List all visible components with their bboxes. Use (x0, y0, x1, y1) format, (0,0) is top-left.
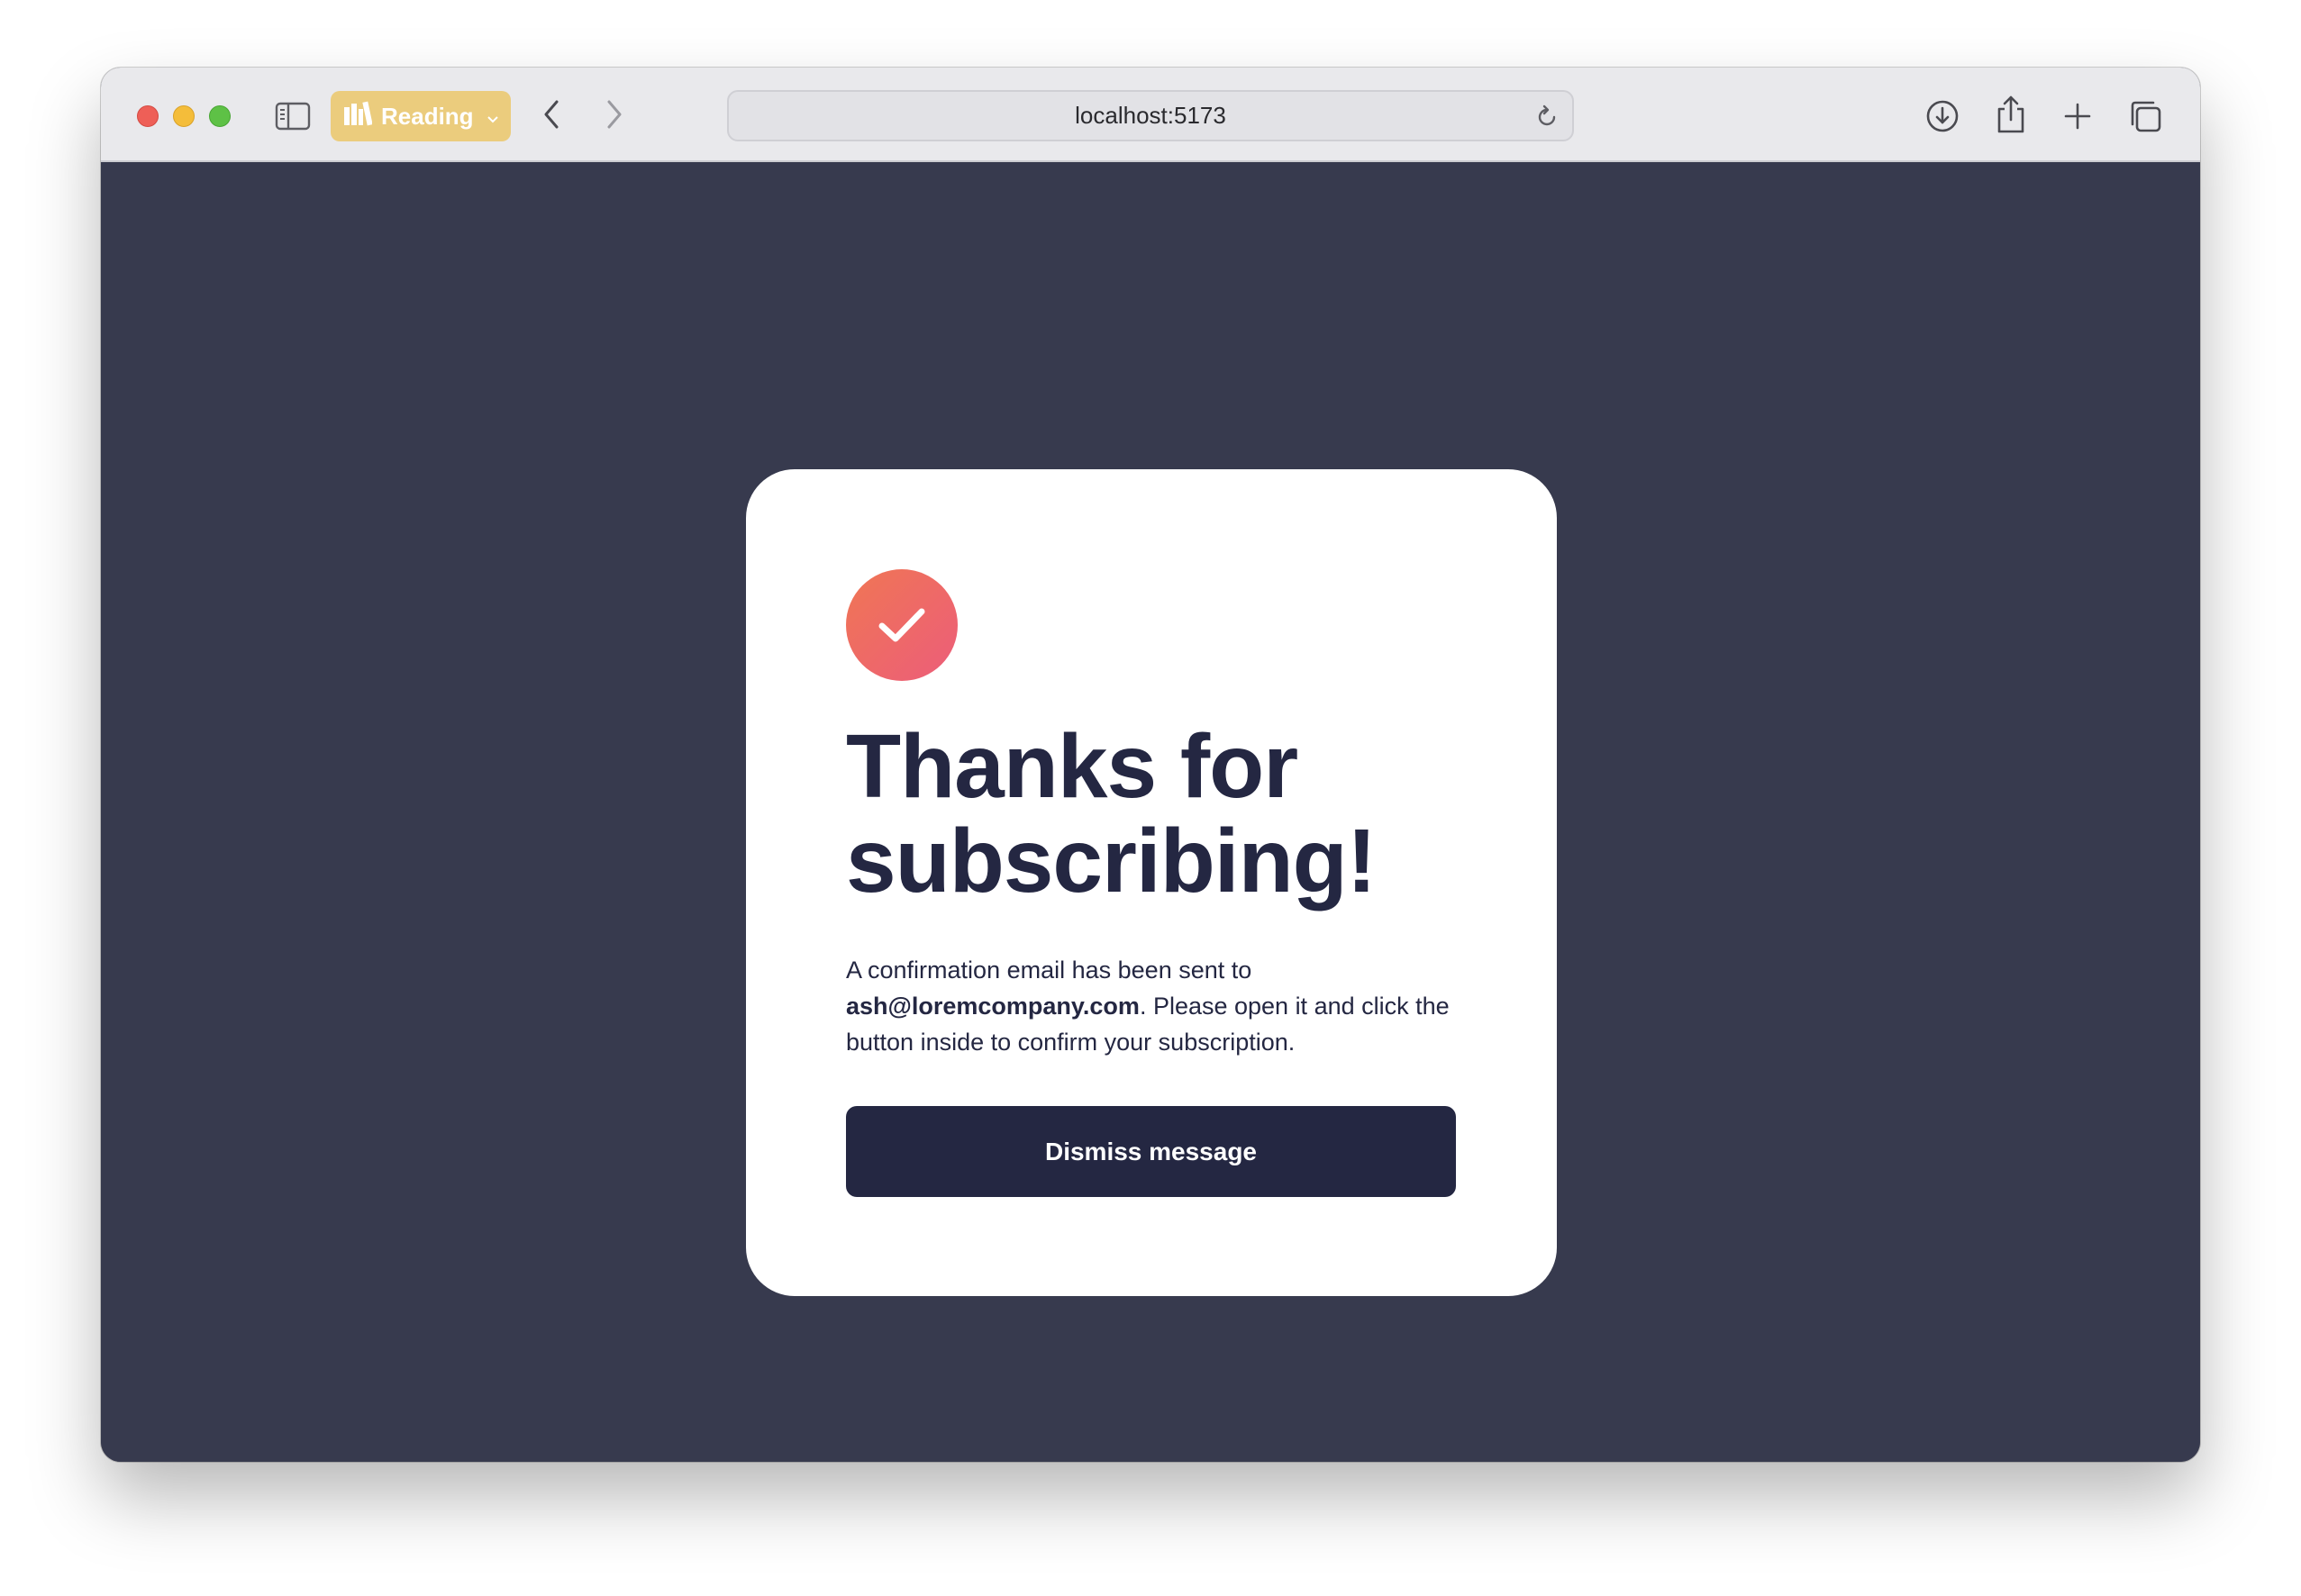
page-title: Thanks for subscribing! (846, 720, 1477, 909)
chevron-left-icon (541, 99, 562, 134)
share-icon[interactable] (1989, 91, 2033, 138)
zoom-window-button[interactable] (209, 105, 231, 127)
headline-line-2: subscribing! (846, 811, 1377, 911)
email-address: ash@loremcompany.com (846, 993, 1140, 1020)
close-window-button[interactable] (137, 105, 159, 127)
message-intro: A confirmation email has been sent to (846, 957, 1252, 984)
download-icon[interactable] (1921, 95, 1964, 138)
confirmation-message: A confirmation email has been sent to as… (846, 952, 1468, 1060)
reload-icon[interactable] (1532, 103, 1561, 131)
url-text: localhost:5173 (1075, 102, 1226, 129)
tabs-overview-icon[interactable] (2124, 95, 2167, 138)
browser-window: Reading localhost:5173 Thanks for subscr… (101, 68, 2200, 1462)
dismiss-message-button[interactable]: Dismiss message (846, 1106, 1456, 1197)
reading-list-label: Reading (381, 102, 474, 130)
reading-list-button[interactable]: Reading (331, 91, 511, 141)
back-button[interactable] (533, 98, 569, 134)
reading-list-icon (343, 100, 373, 133)
plus-icon[interactable] (2056, 95, 2099, 138)
subscription-confirmation-card: Thanks for subscribing! A confirmation e… (746, 469, 1557, 1296)
page-content: Thanks for subscribing! A confirmation e… (101, 162, 2200, 1462)
address-bar[interactable]: localhost:5173 (727, 90, 1574, 141)
chevron-down-icon (487, 103, 499, 131)
forward-button[interactable] (596, 98, 632, 134)
checkmark-icon (846, 569, 958, 681)
headline-line-1: Thanks for (846, 716, 1298, 817)
chevron-right-icon (604, 99, 625, 134)
sidebar-icon[interactable] (274, 98, 312, 134)
browser-toolbar: Reading localhost:5173 (101, 68, 2200, 162)
minimize-window-button[interactable] (173, 105, 195, 127)
